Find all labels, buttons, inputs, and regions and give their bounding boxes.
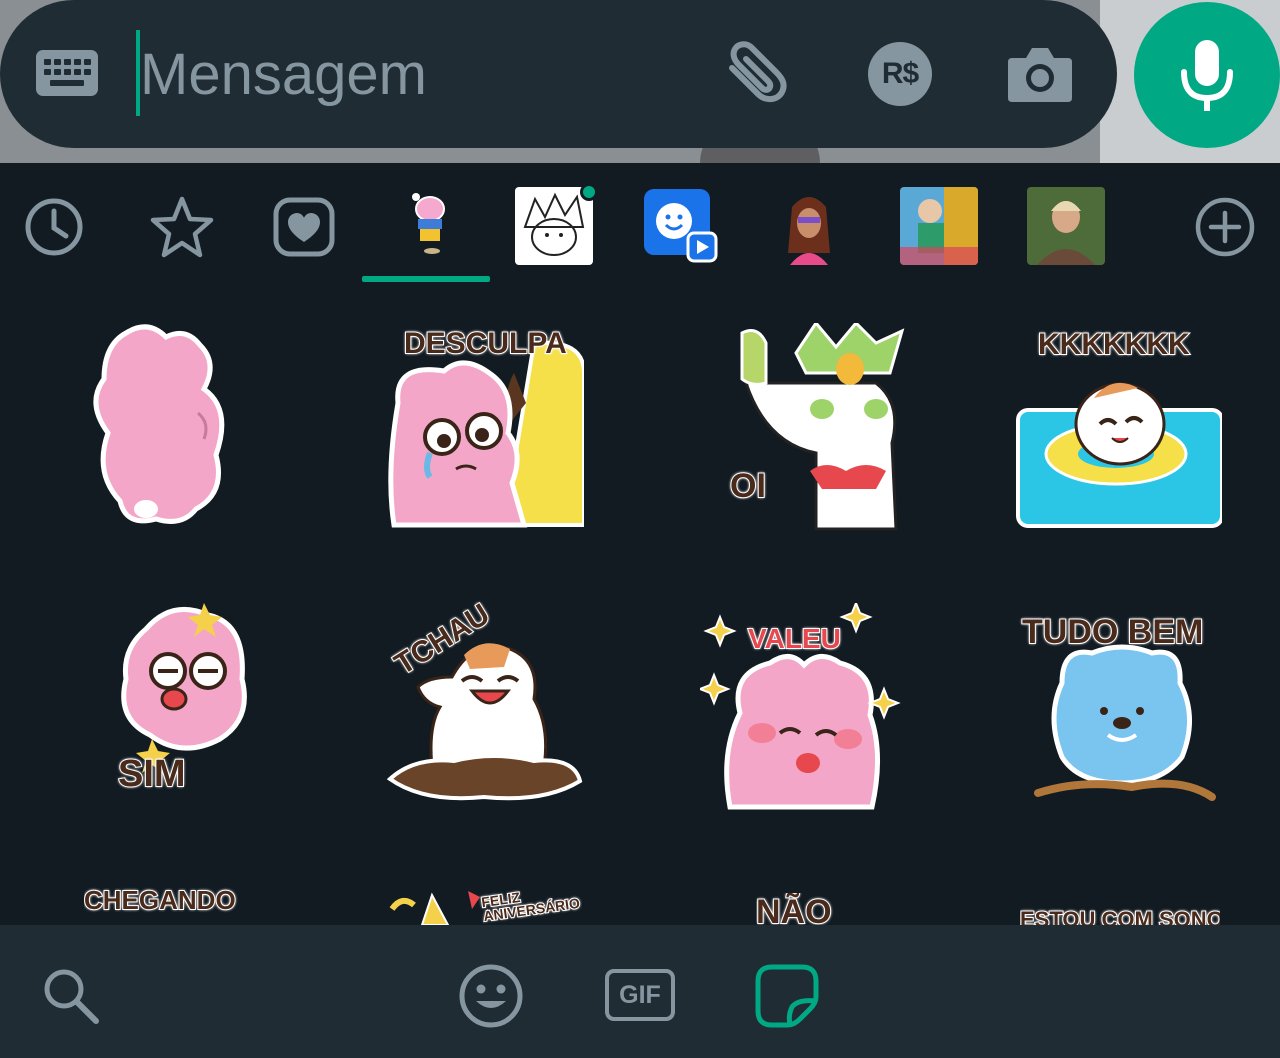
bottom-toolbar: GIF	[0, 925, 1280, 1058]
tab-add-pack[interactable]	[1183, 185, 1267, 269]
sticker-chegando[interactable]: CHEGANDO	[84, 883, 244, 925]
tab-pack-4[interactable]	[774, 187, 844, 265]
tab-pack-3[interactable]	[642, 187, 718, 263]
tab-favorites[interactable]	[140, 185, 224, 269]
sticker-label: NÃO	[756, 893, 833, 925]
sticker-nao[interactable]: NÃO	[756, 893, 856, 925]
message-input[interactable]	[140, 34, 660, 114]
tab-pack-selected[interactable]	[386, 187, 466, 265]
tab-pack-5[interactable]	[900, 187, 978, 265]
sticker-tudo-bem[interactable]: TUDO BEM	[1021, 607, 1222, 807]
heart-icon	[273, 197, 335, 257]
sticker-label: ESTOU COM SONO	[1020, 907, 1220, 925]
clock-icon	[25, 198, 83, 256]
sticker-sim[interactable]: SIM	[112, 599, 252, 799]
tab-recent[interactable]	[12, 185, 96, 269]
payment-label: R$	[881, 57, 919, 90]
sticker-label: VALEU	[747, 622, 842, 655]
tab-pack-6[interactable]	[1027, 187, 1105, 265]
sticker-pink-bunny-back[interactable]	[86, 323, 236, 533]
selected-tab-indicator	[362, 276, 490, 282]
sticker-label: TUDO BEM	[1021, 612, 1204, 652]
search-icon[interactable]	[40, 965, 100, 1025]
gif-label: GIF	[619, 980, 661, 1009]
microphone-icon	[1181, 40, 1233, 111]
plus-circle-icon	[1195, 197, 1255, 257]
sticker-tchau[interactable]: TCHAU	[384, 597, 584, 807]
voice-record-button[interactable]	[1134, 2, 1280, 148]
sticker-pack-tabs	[0, 163, 1280, 288]
sticker-label: KKKKKKK	[1037, 327, 1191, 362]
sticker-icon[interactable]	[754, 963, 820, 1029]
sticker-label: SIM	[117, 752, 187, 796]
camera-icon[interactable]	[1006, 42, 1074, 104]
new-pack-indicator	[580, 183, 598, 201]
payment-button[interactable]: R$	[868, 42, 932, 106]
message-composer: R$	[0, 0, 1117, 148]
sticker-label: OI	[729, 466, 767, 506]
sticker-panel: DESCULPA OI KKKKKKK SIM TCHAU VALEU TUDO…	[0, 163, 1280, 925]
sticker-kkkkkkk[interactable]: KKKKKKK	[1016, 327, 1222, 528]
tab-pack-2[interactable]	[515, 187, 593, 265]
gif-button[interactable]: GIF	[605, 969, 675, 1021]
sticker-desculpa[interactable]: DESCULPA	[384, 323, 584, 533]
sticker-valeu[interactable]: VALEU	[700, 603, 904, 813]
sticker-estou-com-sono[interactable]: ESTOU COM SONO	[1020, 907, 1220, 925]
sticker-oi[interactable]: OI	[726, 323, 906, 533]
star-icon	[150, 196, 214, 258]
emoji-icon[interactable]	[458, 963, 524, 1029]
sticker-label: DESCULPA	[403, 326, 568, 361]
tab-liked[interactable]	[262, 185, 346, 269]
keyboard-icon[interactable]	[36, 50, 98, 96]
paperclip-icon[interactable]	[718, 38, 794, 110]
sticker-label: CHEGANDO	[84, 884, 237, 916]
sticker-feliz-aniversario[interactable]: FELIZ ANIVERSÁRIO	[388, 885, 582, 925]
